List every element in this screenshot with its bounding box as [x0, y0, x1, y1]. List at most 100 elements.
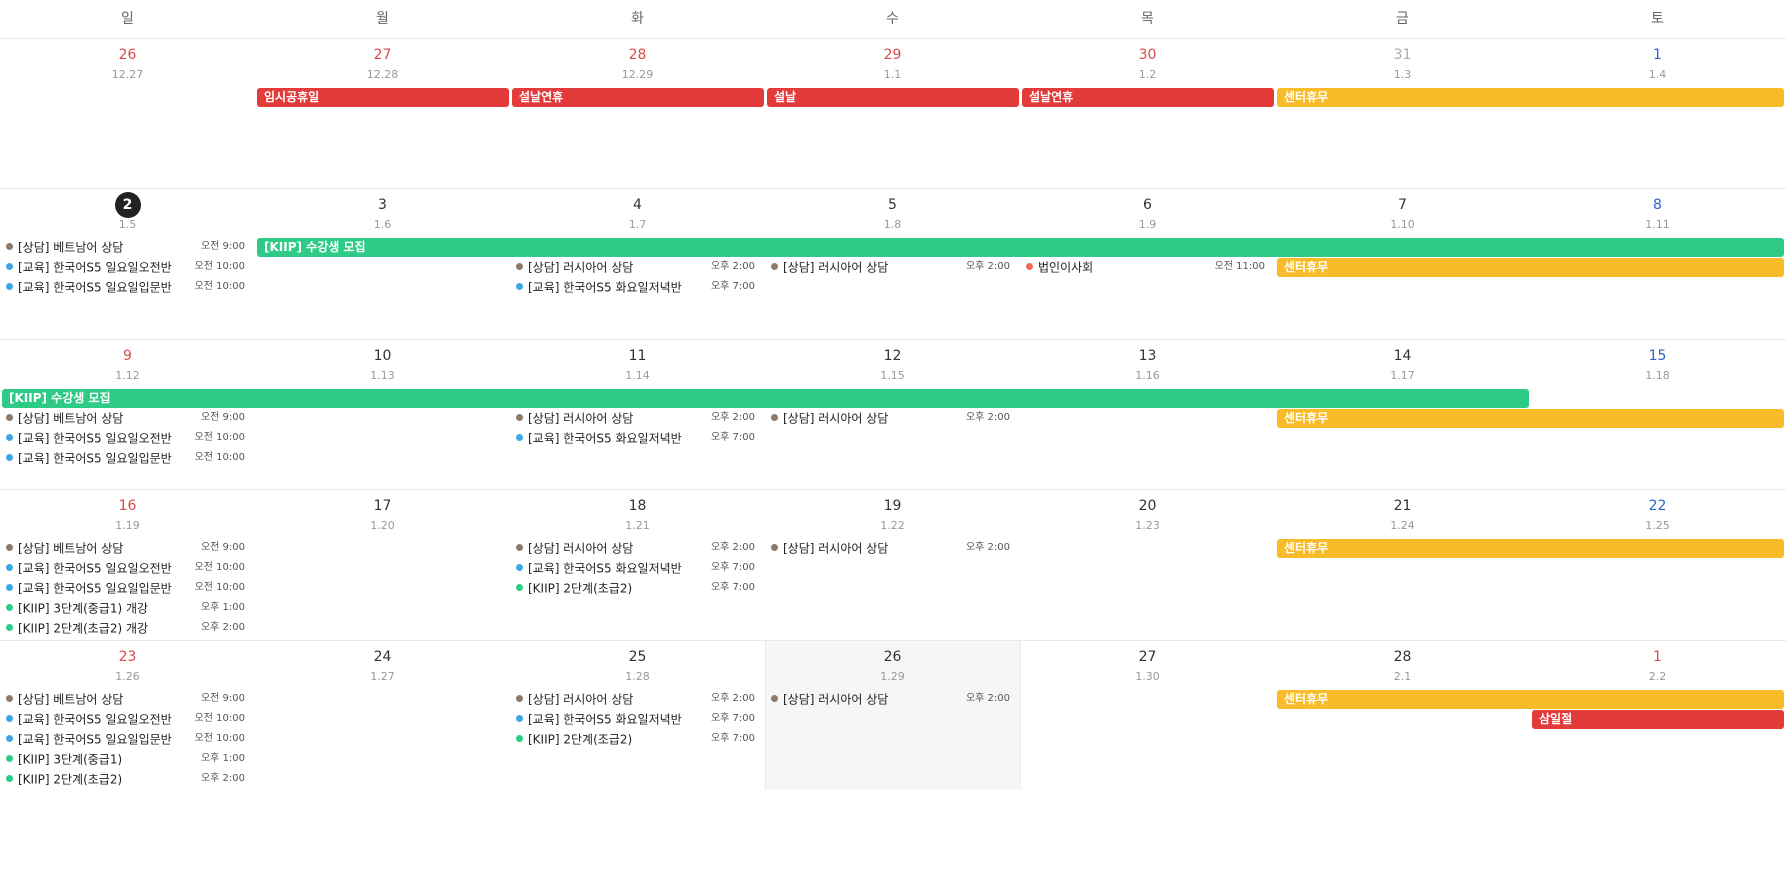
- event-dot-icon: [6, 283, 13, 290]
- timed-event[interactable]: [교육] 한국어S5 일요일오전반 오전 10:00: [2, 429, 249, 447]
- lunar-date: 12.27: [111, 68, 144, 81]
- timed-event[interactable]: [상담] 러시아어 상담 오후 2:00: [767, 539, 1014, 557]
- timed-event[interactable]: [상담] 러시아어 상담 오후 2:00: [767, 409, 1014, 427]
- lunar-date: 1.25: [1645, 519, 1670, 532]
- event-dot-icon: [6, 735, 13, 742]
- event-bar[interactable]: 삼일절: [1532, 710, 1784, 729]
- timed-event[interactable]: [상담] 러시아어 상담 오후 2:00: [512, 409, 759, 427]
- event-time: 오전 9:00: [200, 241, 245, 252]
- day-cell[interactable]: 29 1.1: [765, 38, 1020, 188]
- event-time: 오후 2:00: [200, 622, 245, 633]
- day-number: 25: [628, 649, 647, 665]
- day-number: 8: [1653, 197, 1662, 213]
- event-bar-label: 센터휴무: [1284, 541, 1329, 555]
- event-bar-label: 삼일절: [1539, 712, 1573, 726]
- event-time: 오후 7:00: [710, 281, 755, 292]
- lunar-date: 1.27: [370, 670, 395, 683]
- event-bar[interactable]: 임시공휴일: [257, 88, 509, 107]
- lunar-date: 1.19: [115, 519, 140, 532]
- timed-event[interactable]: [KIIP] 3단계(중급1) 오후 1:00: [2, 750, 249, 768]
- event-title: [교육] 한국어S5 일요일입문반: [18, 451, 172, 466]
- timed-event[interactable]: [상담] 러시아어 상담 오후 2:00: [767, 690, 1014, 708]
- lunar-date: 1.9: [1138, 218, 1157, 231]
- event-bar[interactable]: 센터휴무: [1277, 88, 1784, 107]
- timed-event[interactable]: [교육] 한국어S5 일요일오전반 오전 10:00: [2, 710, 249, 728]
- day-cell[interactable]: 24 1.27: [255, 640, 510, 790]
- timed-event[interactable]: [교육] 한국어S5 일요일입문반 오전 10:00: [2, 449, 249, 467]
- timed-event[interactable]: [교육] 한국어S5 화요일저녁반 오후 7:00: [512, 278, 759, 296]
- lunar-date: 1.11: [1645, 218, 1670, 231]
- day-cell[interactable]: 13 1.16: [1020, 339, 1275, 489]
- event-title: [교육] 한국어S5 일요일오전반: [18, 712, 172, 727]
- timed-event[interactable]: [KIIP] 3단계(중급1) 개강 오후 1:00: [2, 599, 249, 617]
- day-cell[interactable]: 26 1.29: [765, 640, 1020, 790]
- timed-event[interactable]: [교육] 한국어S5 일요일입문반 오전 10:00: [2, 730, 249, 748]
- timed-event[interactable]: [KIIP] 2단계(초급2) 오후 7:00: [512, 579, 759, 597]
- timed-event[interactable]: [교육] 한국어S5 일요일오전반 오전 10:00: [2, 559, 249, 577]
- timed-event[interactable]: [상담] 러시아어 상담 오후 2:00: [767, 258, 1014, 276]
- event-title: [KIIP] 2단계(초급2): [528, 581, 633, 596]
- timed-event[interactable]: [교육] 한국어S5 화요일저녁반 오후 7:00: [512, 429, 759, 447]
- timed-event[interactable]: [상담] 베트남어 상담 오전 9:00: [2, 238, 249, 256]
- timed-event[interactable]: [KIIP] 2단계(초급2) 개강 오후 2:00: [2, 619, 249, 637]
- day-cell[interactable]: 17 1.20: [255, 489, 510, 640]
- day-cell[interactable]: 26 12.27: [0, 38, 255, 188]
- timed-event[interactable]: [상담] 베트남어 상담 오전 9:00: [2, 690, 249, 708]
- event-dot-icon: [771, 544, 778, 551]
- timed-event[interactable]: [교육] 한국어S5 일요일입문반 오전 10:00: [2, 579, 249, 597]
- day-cell[interactable]: 22 1.25: [1530, 489, 1785, 640]
- lunar-date: 1.23: [1135, 519, 1160, 532]
- lunar-date: 1.29: [880, 670, 905, 683]
- day-cell[interactable]: 31 1.3: [1275, 38, 1530, 188]
- timed-event[interactable]: [교육] 한국어S5 일요일오전반 오전 10:00: [2, 258, 249, 276]
- timed-event[interactable]: [KIIP] 2단계(조급2) 오후 7:00: [512, 730, 759, 748]
- day-cell[interactable]: 20 1.23: [1020, 489, 1275, 640]
- day-cell[interactable]: 30 1.2: [1020, 38, 1275, 188]
- timed-event[interactable]: 법인이사회 오전 11:00: [1022, 258, 1269, 276]
- event-title: [KIIP] 3단계(중급1) 개강: [18, 601, 149, 616]
- event-bar[interactable]: 센터휴무: [1277, 409, 1784, 428]
- event-title: [KIIP] 3단계(중급1): [18, 752, 123, 767]
- day-cell[interactable]: 28 12.29: [510, 38, 765, 188]
- timed-event[interactable]: [교육] 한국어S5 일요일입문반 오전 10:00: [2, 278, 249, 296]
- lunar-date: 2.2: [1648, 670, 1667, 683]
- event-bar[interactable]: 설날연휴: [512, 88, 764, 107]
- lunar-date: 2.1: [1393, 670, 1412, 683]
- event-title: [상담] 러시아어 상담: [528, 692, 634, 707]
- event-dot-icon: [6, 243, 13, 250]
- event-bar[interactable]: 센터휴무: [1277, 258, 1784, 277]
- event-bar[interactable]: [KIIP] 수강생 모집: [257, 238, 1784, 257]
- day-cell[interactable]: 19 1.22: [765, 489, 1020, 640]
- timed-event[interactable]: [상담] 러시아어 상담 오후 2:00: [512, 690, 759, 708]
- event-time: 오후 2:00: [200, 773, 245, 784]
- day-cell[interactable]: 3 1.6: [255, 188, 510, 339]
- event-dot-icon: [516, 263, 523, 270]
- event-bar[interactable]: 센터휴무: [1277, 690, 1784, 709]
- day-number: 23: [118, 649, 137, 665]
- timed-event[interactable]: [교육] 한국어S5 화요일저녁반 오후 7:00: [512, 559, 759, 577]
- event-bar[interactable]: 설날연휴: [1022, 88, 1274, 107]
- event-time: 오후 7:00: [710, 562, 755, 573]
- day-cell[interactable]: 27 12.28: [255, 38, 510, 188]
- event-title: [교육] 한국어S5 화요일저녁반: [528, 712, 682, 727]
- day-cell[interactable]: 27 1.30: [1020, 640, 1275, 790]
- lunar-date: 1.20: [370, 519, 395, 532]
- day-cell[interactable]: 1 1.4: [1530, 38, 1785, 188]
- timed-event[interactable]: [상담] 러시아어 상담 오후 2:00: [512, 539, 759, 557]
- timed-event[interactable]: [교육] 한국어S5 화요일저녁반 오후 7:00: [512, 710, 759, 728]
- today-number-badge: 2: [114, 192, 141, 218]
- day-cell[interactable]: 10 1.13: [255, 339, 510, 489]
- event-bar[interactable]: [KIIP] 수강생 모집: [2, 389, 1529, 408]
- day-cell[interactable]: 21 1.24: [1275, 489, 1530, 640]
- day-cell[interactable]: 28 2.1: [1275, 640, 1530, 790]
- timed-event[interactable]: [상담] 러시아어 상담 오후 2:00: [512, 258, 759, 276]
- event-bar[interactable]: 센터휴무: [1277, 539, 1784, 558]
- event-time: 오후 7:00: [710, 582, 755, 593]
- event-time: 오후 2:00: [965, 693, 1010, 704]
- lunar-date: 1.10: [1390, 218, 1415, 231]
- event-time: 오후 2:00: [965, 412, 1010, 423]
- timed-event[interactable]: [상담] 베트남어 상담 오전 9:00: [2, 539, 249, 557]
- timed-event[interactable]: [KIIP] 2단계(초급2) 오후 2:00: [2, 770, 249, 788]
- event-bar[interactable]: 설날: [767, 88, 1019, 107]
- timed-event[interactable]: [상담] 베트남어 상담 오전 9:00: [2, 409, 249, 427]
